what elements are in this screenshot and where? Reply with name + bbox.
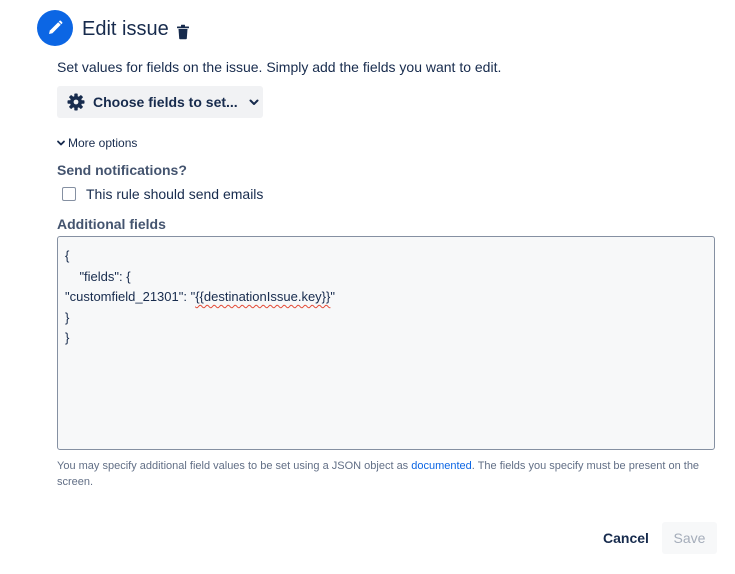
more-options-label: More options <box>68 136 138 150</box>
choose-fields-button[interactable]: Choose fields to set... <box>57 86 263 118</box>
chevron-down-icon <box>248 96 260 108</box>
json-key: "customfield_21301": " <box>65 289 196 304</box>
json-line: { <box>65 248 70 263</box>
chevron-down-icon <box>56 138 66 148</box>
save-button[interactable]: Save <box>662 522 717 554</box>
trash-icon[interactable] <box>176 24 190 40</box>
description-text: Set values for fields on the issue. Simp… <box>57 59 502 75</box>
send-emails-checkbox[interactable] <box>62 187 76 201</box>
json-line: } <box>65 330 70 345</box>
spellcheck-error: {{destinationIssue.key}} <box>195 289 331 304</box>
cancel-button[interactable]: Cancel <box>597 522 655 554</box>
additional-fields-textarea[interactable]: { "fields": { "customfield_21301": "{{de… <box>57 236 715 450</box>
json-line: "fields": { <box>65 268 131 284</box>
gear-icon <box>66 92 86 112</box>
additional-fields-label: Additional fields <box>57 216 166 232</box>
send-emails-label: This rule should send emails <box>86 186 264 202</box>
send-notifications-label: Send notifications? <box>57 162 187 178</box>
json-line: "customfield_21301": "{{destinationIssue… <box>65 287 707 308</box>
json-line: } <box>65 309 70 325</box>
json-value-end: " <box>330 289 335 304</box>
pencil-icon <box>37 10 73 46</box>
help-text-before: You may specify additional field values … <box>57 460 412 472</box>
choose-fields-label: Choose fields to set... <box>93 94 238 110</box>
send-emails-checkbox-row[interactable]: This rule should send emails <box>62 186 263 202</box>
more-options-toggle[interactable]: More options <box>56 136 137 150</box>
page-title: Edit issue <box>82 18 169 40</box>
documented-link[interactable]: documented <box>411 460 472 472</box>
help-text: You may specify additional field values … <box>57 458 722 490</box>
